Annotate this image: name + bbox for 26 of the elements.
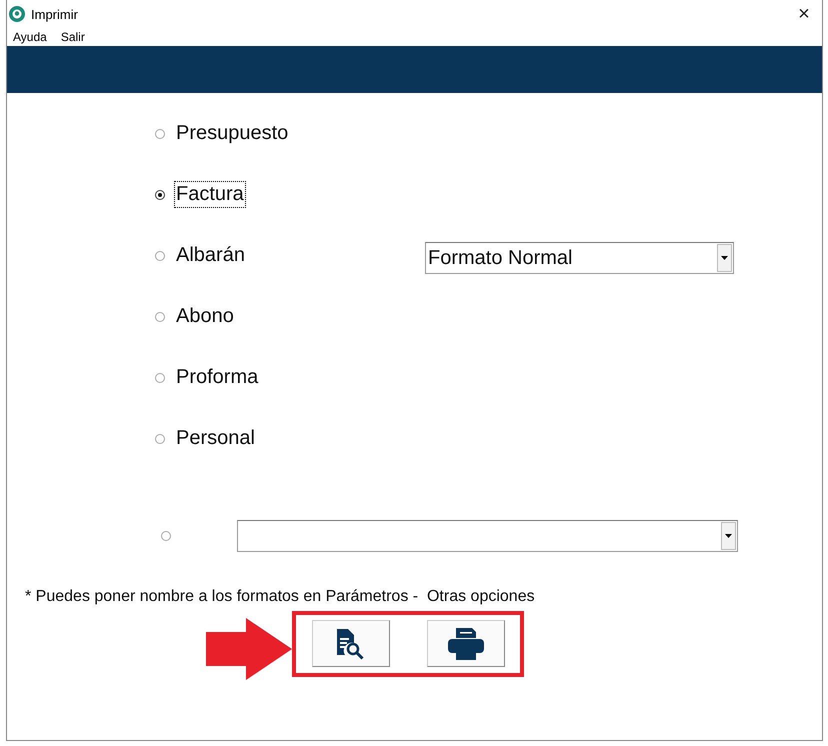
- format-dropdown[interactable]: Formato Normal: [425, 242, 734, 274]
- close-button[interactable]: ×: [786, 0, 822, 28]
- radio-button[interactable]: [155, 372, 165, 382]
- option-label[interactable]: Proforma: [174, 364, 260, 391]
- option-label[interactable]: Personal: [174, 425, 257, 452]
- option-label[interactable]: Factura: [174, 181, 246, 208]
- caret-icon: [721, 256, 728, 260]
- option-label[interactable]: Presupuesto: [174, 120, 290, 147]
- radio-button[interactable]: [155, 190, 165, 200]
- radio-button[interactable]: [155, 434, 165, 444]
- window-title: Imprimir: [31, 6, 79, 22]
- footnote: * Puedes poner nombre a los formatos en Parámetros - Otras opciones: [25, 588, 536, 606]
- menu-item[interactable]: Salir: [60, 30, 85, 44]
- option-label[interactable]: Albarán: [174, 242, 247, 269]
- caret-icon: [725, 534, 732, 538]
- printer-icon: [447, 626, 485, 660]
- radio-button[interactable]: [155, 128, 165, 138]
- print-button[interactable]: [427, 620, 505, 667]
- app-logo-icon: [9, 6, 25, 22]
- custom-format-dropdown[interactable]: [237, 520, 738, 552]
- preview-button[interactable]: [312, 620, 390, 667]
- menu-item[interactable]: Ayuda: [13, 30, 47, 44]
- radio-button[interactable]: [155, 312, 165, 322]
- radio-button[interactable]: [155, 250, 165, 260]
- radio-button[interactable]: [161, 531, 171, 541]
- option-label[interactable]: Abono: [174, 303, 236, 330]
